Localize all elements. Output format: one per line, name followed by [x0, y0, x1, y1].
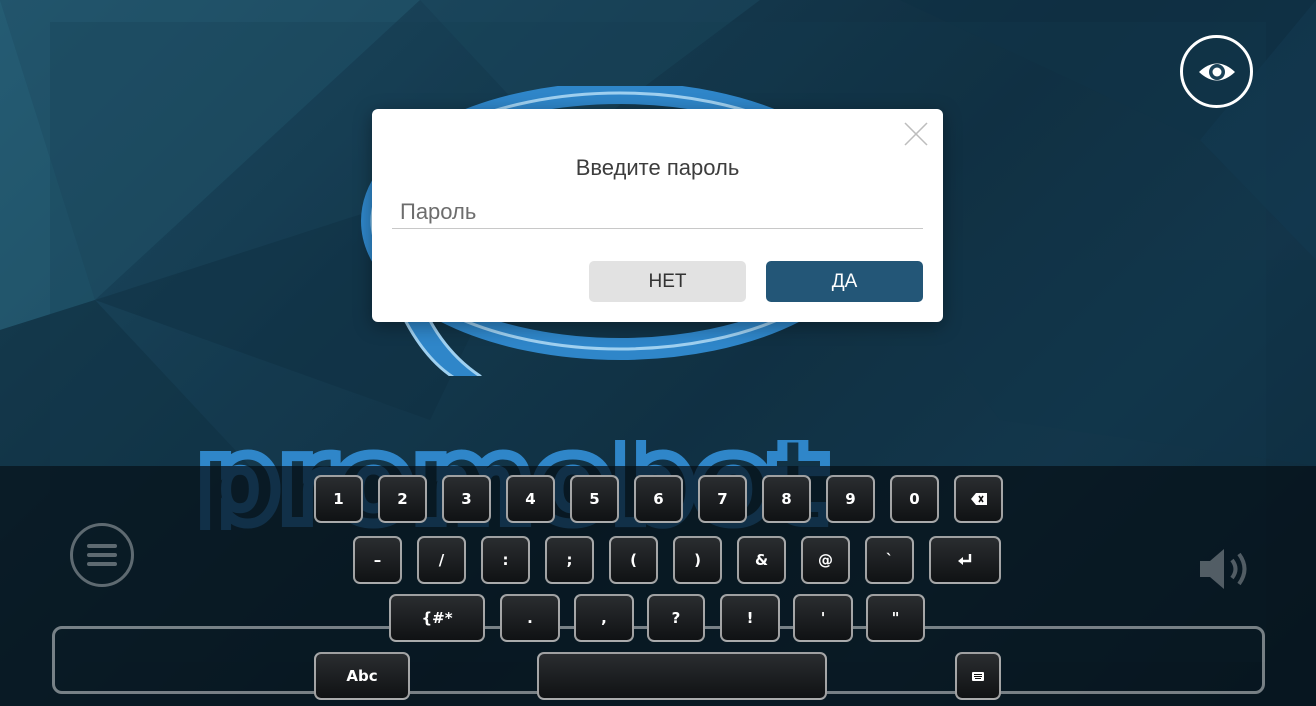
- yes-button[interactable]: ДА: [766, 261, 923, 302]
- backspace-icon: [970, 493, 987, 505]
- close-icon[interactable]: [903, 121, 929, 147]
- key-period[interactable]: .: [500, 594, 560, 642]
- key-question[interactable]: ?: [647, 594, 705, 642]
- key-close-paren[interactable]: ): [673, 536, 722, 584]
- key-7[interactable]: 7: [698, 475, 747, 523]
- key-ampersand[interactable]: &: [737, 536, 786, 584]
- key-1[interactable]: 1: [314, 475, 363, 523]
- key-quote[interactable]: ": [866, 594, 925, 642]
- space-key[interactable]: [537, 652, 827, 700]
- key-backtick[interactable]: `: [865, 536, 914, 584]
- key-comma[interactable]: ,: [574, 594, 634, 642]
- key-2[interactable]: 2: [378, 475, 427, 523]
- key-slash[interactable]: /: [417, 536, 466, 584]
- key-exclamation[interactable]: !: [720, 594, 780, 642]
- dialog-title: Введите пароль: [575, 155, 740, 180]
- key-3[interactable]: 3: [442, 475, 491, 523]
- key-open-paren[interactable]: (: [609, 536, 658, 584]
- key-at[interactable]: @: [801, 536, 850, 584]
- menu-button[interactable]: [70, 523, 134, 587]
- key-dash[interactable]: –: [353, 536, 402, 584]
- show-password-button[interactable]: [1180, 35, 1253, 108]
- password-dialog: Введите пароль НЕТ ДА: [372, 109, 943, 322]
- key-6[interactable]: 6: [634, 475, 683, 523]
- no-button[interactable]: НЕТ: [589, 261, 746, 302]
- key-8[interactable]: 8: [762, 475, 811, 523]
- enter-key[interactable]: [929, 536, 1001, 584]
- key-9[interactable]: 9: [826, 475, 875, 523]
- hide-keyboard-key[interactable]: [955, 652, 1001, 700]
- key-semicolon[interactable]: ;: [545, 536, 594, 584]
- key-4[interactable]: 4: [506, 475, 555, 523]
- abc-key[interactable]: Abc: [314, 652, 410, 700]
- symbols-key[interactable]: {#*: [389, 594, 485, 642]
- key-apostrophe[interactable]: ': [793, 594, 853, 642]
- enter-icon: [958, 554, 972, 565]
- menu-icon: [87, 544, 117, 566]
- backspace-key[interactable]: [954, 475, 1003, 523]
- speaker-icon[interactable]: [1196, 546, 1252, 592]
- password-field[interactable]: [392, 195, 923, 229]
- eye-icon: [1198, 63, 1235, 80]
- key-colon[interactable]: :: [481, 536, 530, 584]
- keyboard-hide-icon: [972, 671, 984, 681]
- key-0[interactable]: 0: [890, 475, 939, 523]
- key-5[interactable]: 5: [570, 475, 619, 523]
